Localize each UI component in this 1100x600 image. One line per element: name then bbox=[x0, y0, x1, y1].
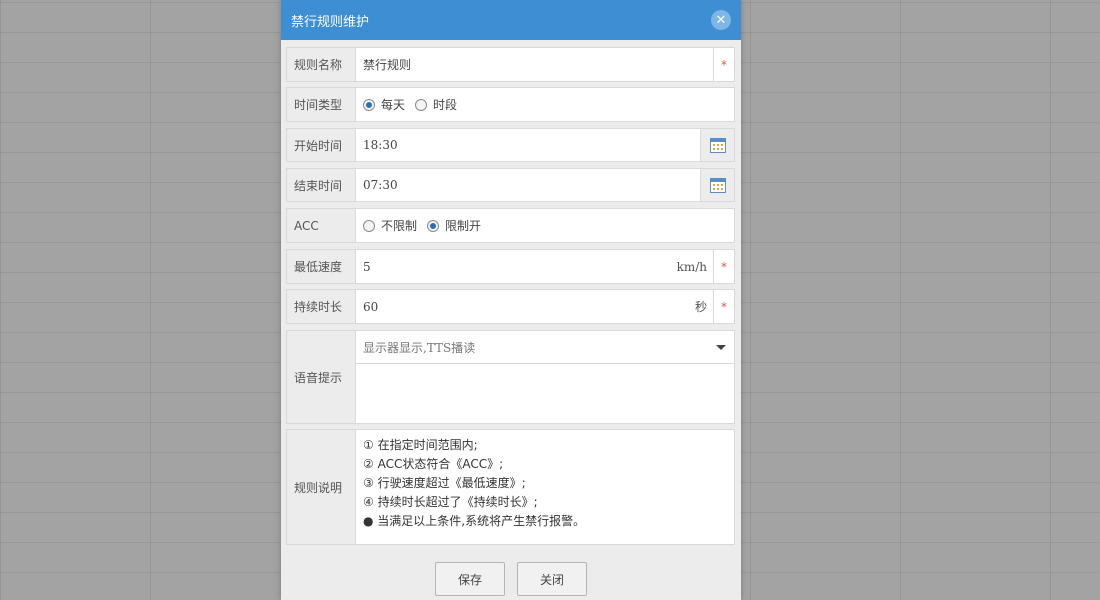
radio-acc-unrestricted-label: 不限制 bbox=[381, 219, 418, 233]
time-type-radio-group: 每天 时段 bbox=[356, 88, 734, 121]
dialog-title: 禁行规则维护 bbox=[291, 14, 370, 30]
row-start-time: 开始时间 18:30 bbox=[286, 128, 735, 162]
description-text: ① 在指定时间范围内; ② ACC状态符合《ACC》; ③ 行驶速度超过《最低速… bbox=[356, 430, 734, 544]
row-min-speed: 最低速度 5 km/h * bbox=[286, 249, 735, 284]
radio-acc-on-label: 限制开 bbox=[445, 219, 482, 233]
radio-acc-unrestricted[interactable]: 不限制 bbox=[363, 217, 417, 234]
radio-period-label: 时段 bbox=[433, 98, 458, 112]
start-time-value: 18:30 bbox=[363, 138, 398, 152]
row-time-type: 时间类型 每天 时段 bbox=[286, 87, 735, 122]
acc-radio-group: 不限制 限制开 bbox=[356, 209, 734, 242]
dialog-header: 禁行规则维护 ✕ bbox=[281, 0, 741, 40]
close-button[interactable]: 关闭 bbox=[517, 562, 587, 596]
end-time-input[interactable]: 07:30 bbox=[356, 169, 700, 201]
radio-period[interactable]: 时段 bbox=[415, 96, 457, 113]
calendar-icon bbox=[709, 137, 726, 153]
description-line: ② ACC状态符合《ACC》; bbox=[363, 457, 504, 471]
description-line: ④ 持续时长超过了《持续时长》; bbox=[363, 495, 538, 509]
voice-label: 语音提示 bbox=[287, 331, 356, 423]
voice-select[interactable]: 显示器显示,TTS播读 bbox=[356, 331, 734, 364]
close-icon[interactable]: ✕ bbox=[711, 10, 731, 30]
min-speed-input[interactable]: 5 km/h bbox=[356, 250, 713, 283]
acc-label: ACC bbox=[287, 209, 356, 242]
duration-label: 持续时长 bbox=[287, 290, 356, 323]
description-line: ● 当满足以上条件,系统将产生禁行报警。 bbox=[363, 514, 586, 528]
radio-acc-on[interactable]: 限制开 bbox=[427, 217, 481, 234]
end-time-label: 结束时间 bbox=[287, 169, 356, 201]
start-time-calendar-button[interactable] bbox=[700, 129, 734, 161]
row-voice: 语音提示 显示器显示,TTS播读 bbox=[286, 330, 735, 424]
radio-daily-dot[interactable] bbox=[363, 98, 375, 111]
radio-daily[interactable]: 每天 bbox=[363, 96, 405, 113]
row-duration: 持续时长 60 秒 * bbox=[286, 289, 735, 324]
time-type-label: 时间类型 bbox=[287, 88, 356, 121]
chevron-down-icon[interactable] bbox=[716, 345, 726, 350]
description-label: 规则说明 bbox=[287, 430, 356, 544]
rule-name-label: 规则名称 bbox=[287, 48, 356, 81]
end-time-value: 07:30 bbox=[363, 178, 398, 192]
required-marker: * bbox=[713, 250, 734, 283]
close-glyph: ✕ bbox=[715, 12, 727, 28]
duration-value: 60 bbox=[363, 299, 379, 314]
radio-daily-label: 每天 bbox=[381, 98, 406, 112]
description-line: ③ 行驶速度超过《最低速度》; bbox=[363, 476, 526, 490]
radio-acc-on-dot[interactable] bbox=[427, 219, 440, 232]
voice-textarea[interactable] bbox=[356, 365, 734, 423]
row-rule-name: 规则名称 禁行规则 * bbox=[286, 47, 735, 82]
description-line: ① 在指定时间范围内; bbox=[363, 438, 478, 452]
row-description: 规则说明 ① 在指定时间范围内; ② ACC状态符合《ACC》; ③ 行驶速度超… bbox=[286, 429, 735, 545]
row-end-time: 结束时间 07:30 bbox=[286, 168, 735, 202]
description-list: ① 在指定时间范围内; ② ACC状态符合《ACC》; ③ 行驶速度超过《最低速… bbox=[356, 430, 585, 531]
voice-container: 显示器显示,TTS播读 bbox=[356, 331, 734, 423]
min-speed-unit: km/h bbox=[676, 259, 707, 274]
save-button[interactable]: 保存 bbox=[435, 562, 505, 596]
voice-selected-value: 显示器显示,TTS播读 bbox=[363, 340, 476, 355]
rule-dialog: 禁行规则维护 ✕ 规则名称 禁行规则 * 时间类型 每天 时段 开始时间 18:… bbox=[281, 0, 741, 600]
start-time-input[interactable]: 18:30 bbox=[356, 129, 700, 161]
end-time-calendar-button[interactable] bbox=[700, 169, 734, 201]
duration-input[interactable]: 60 秒 bbox=[356, 290, 713, 323]
required-marker: * bbox=[713, 290, 734, 323]
rule-name-input[interactable]: 禁行规则 bbox=[356, 48, 713, 81]
required-marker: * bbox=[713, 48, 734, 81]
duration-unit: 秒 bbox=[694, 300, 707, 314]
calendar-icon bbox=[709, 177, 726, 193]
min-speed-value: 5 bbox=[363, 259, 371, 274]
rule-name-value: 禁行规则 bbox=[363, 58, 412, 72]
radio-period-dot[interactable] bbox=[415, 98, 428, 111]
min-speed-label: 最低速度 bbox=[287, 250, 356, 283]
radio-acc-unrestricted-dot[interactable] bbox=[363, 219, 375, 232]
dialog-footer: 保存 关闭 bbox=[281, 548, 741, 600]
row-acc: ACC 不限制 限制开 bbox=[286, 208, 735, 243]
start-time-label: 开始时间 bbox=[287, 129, 356, 161]
